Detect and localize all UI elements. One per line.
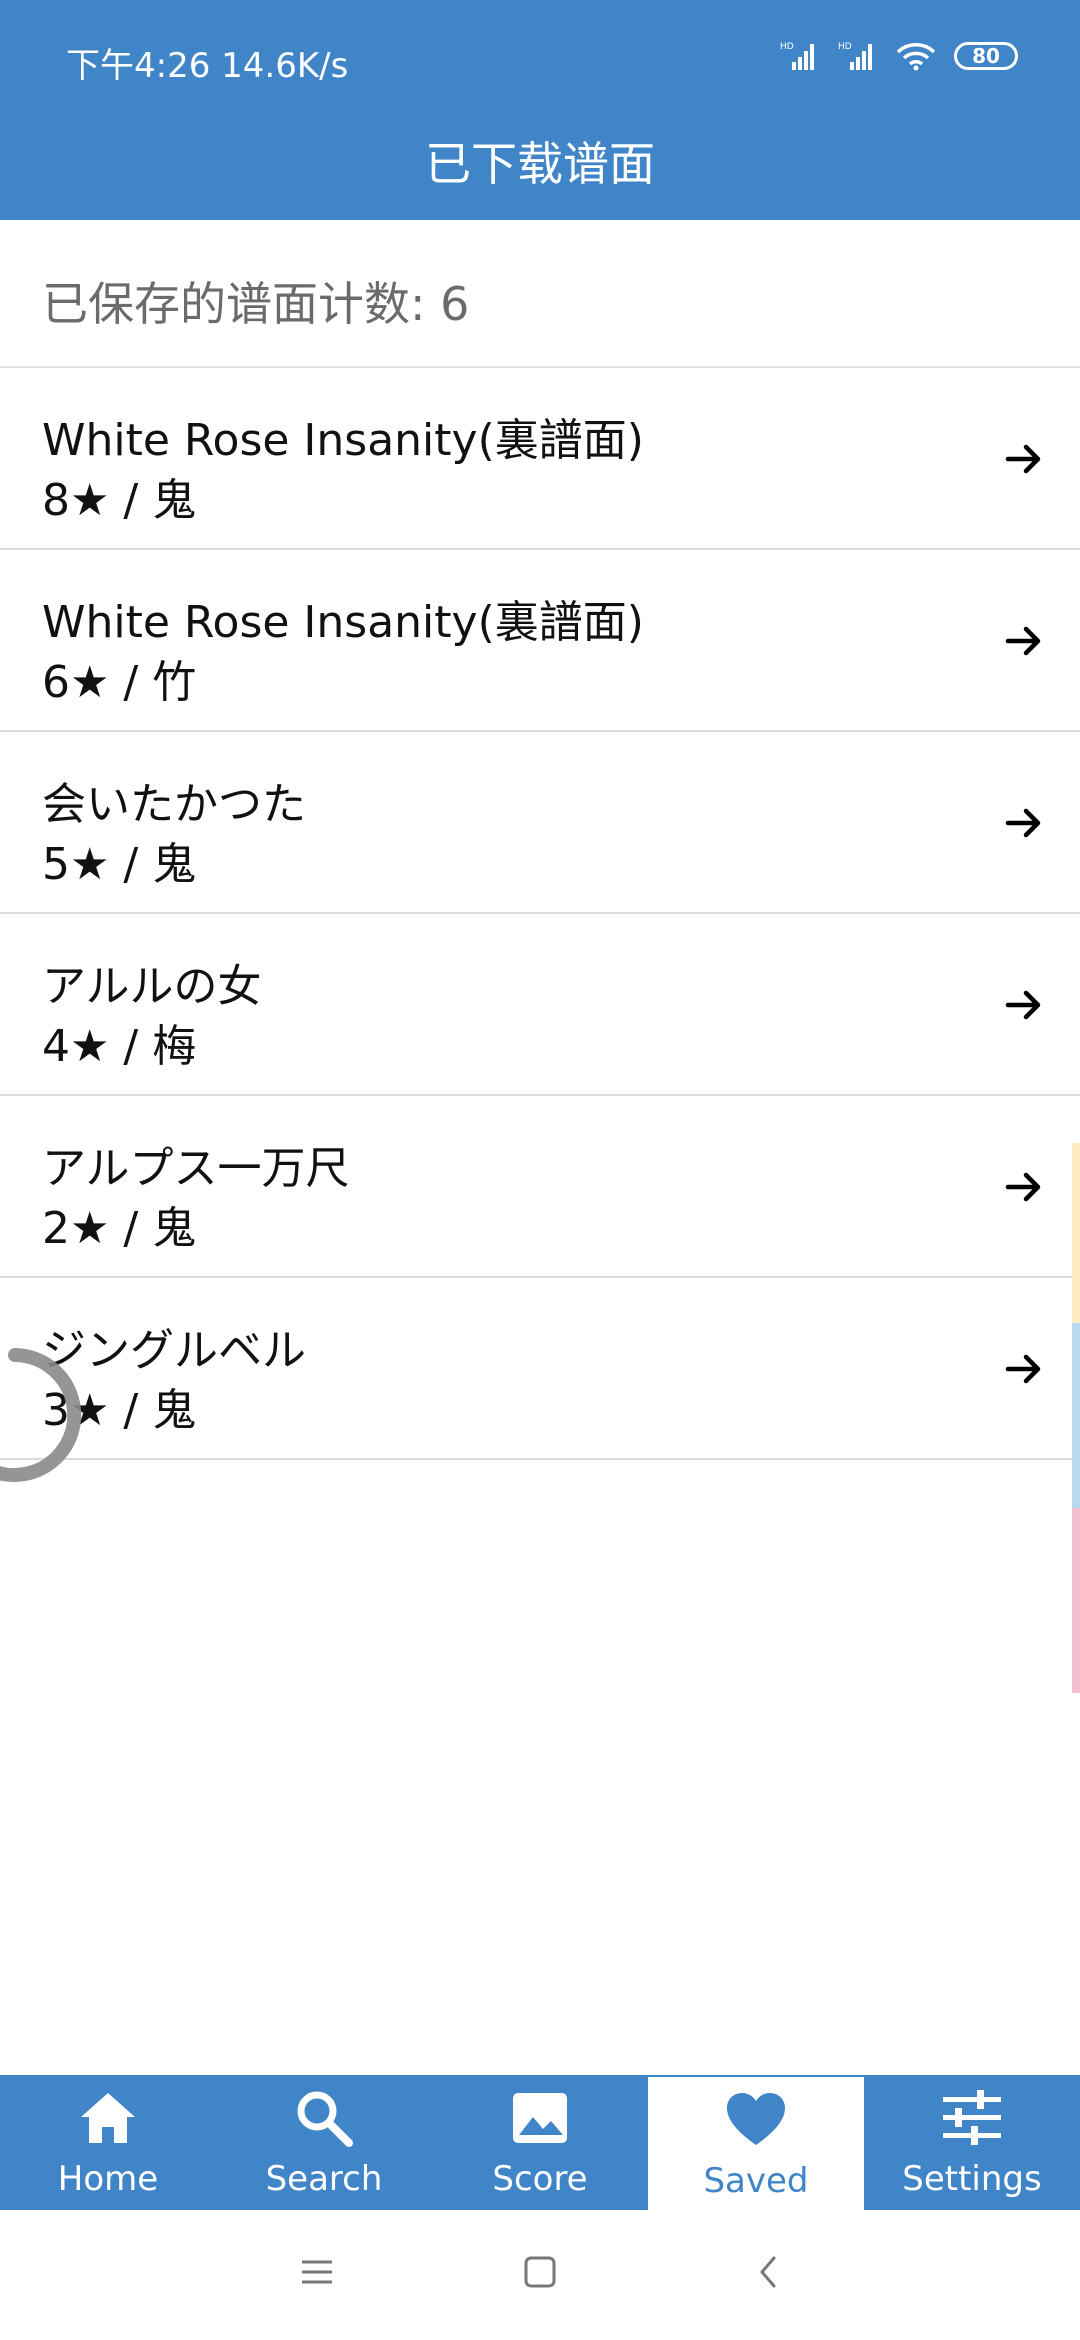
signal-hd-label: HD xyxy=(838,42,852,52)
arrow-right-icon[interactable] xyxy=(1004,621,1044,661)
nav-home-label: Home xyxy=(57,2159,159,2199)
list-item[interactable]: White Rose Insanity(裏譜面) 6★ / 竹 xyxy=(0,550,1080,732)
song-title: アルプス一万尺 xyxy=(42,1143,350,1194)
heart-icon xyxy=(727,2093,785,2145)
song-difficulty: 6★ / 竹 xyxy=(42,657,197,708)
nav-settings-label: Settings xyxy=(902,2159,1042,2199)
side-strip-pink xyxy=(1072,1508,1080,1693)
image-icon xyxy=(513,2093,567,2143)
nav-saved-label: Saved xyxy=(703,2161,809,2201)
back-icon[interactable] xyxy=(752,2255,786,2289)
arrow-right-icon[interactable] xyxy=(1004,803,1044,843)
arrow-right-icon[interactable] xyxy=(1004,1349,1044,1389)
saved-count-row: 已保存的谱面计数: 6 xyxy=(0,220,1080,368)
side-strip-blue xyxy=(1072,1323,1080,1508)
nav-saved[interactable]: Saved xyxy=(648,2075,864,2210)
song-title: White Rose Insanity(裏譜面) xyxy=(42,415,644,466)
system-navigation-bar xyxy=(0,2210,1080,2340)
song-difficulty: 5★ / 鬼 xyxy=(42,839,197,890)
song-difficulty: 4★ / 梅 xyxy=(42,1021,197,1072)
song-title: White Rose Insanity(裏譜面) xyxy=(42,597,644,648)
menu-icon[interactable] xyxy=(300,2255,334,2289)
signal-icon: HD xyxy=(838,42,872,70)
status-icons: HD HD 80 xyxy=(780,36,1018,76)
saved-list: White Rose Insanity(裏譜面) 8★ / 鬼 White Ro… xyxy=(0,368,1080,1460)
home-square-icon[interactable] xyxy=(523,2255,557,2289)
home-icon xyxy=(81,2093,135,2143)
arrow-right-icon[interactable] xyxy=(1004,985,1044,1025)
nav-score[interactable]: Score xyxy=(432,2075,648,2210)
list-item[interactable]: ジングルベル 3★ / 鬼 xyxy=(0,1278,1080,1460)
page-title: 已下载谱面 xyxy=(425,137,655,191)
loading-spinner-icon xyxy=(0,1348,82,1482)
saved-count-text: 已保存的谱面计数: 6 xyxy=(42,277,470,331)
signal-hd-label: HD xyxy=(780,42,794,52)
list-item[interactable]: 会いたかつた 5★ / 鬼 xyxy=(0,732,1080,914)
list-item[interactable]: アルプス一万尺 2★ / 鬼 xyxy=(0,1096,1080,1278)
nav-home[interactable]: Home xyxy=(0,2075,216,2210)
nav-settings[interactable]: Settings xyxy=(864,2075,1080,2210)
arrow-right-icon[interactable] xyxy=(1004,1167,1044,1207)
nav-score-label: Score xyxy=(492,2159,588,2199)
song-title: アルルの女 xyxy=(42,961,262,1012)
song-title: 会いたかつた xyxy=(42,779,306,830)
status-time: 下午4:26 14.6K/s xyxy=(66,46,349,86)
signal-icon: HD xyxy=(780,42,814,70)
arrow-right-icon[interactable] xyxy=(1004,439,1044,479)
wifi-icon xyxy=(896,43,936,71)
search-icon xyxy=(297,2091,353,2147)
bottom-navigation: Home Search Score Saved Settings xyxy=(0,2075,1080,2210)
side-strip-yellow xyxy=(1072,1143,1080,1323)
nav-search-label: Search xyxy=(265,2159,383,2199)
sliders-icon xyxy=(943,2090,1001,2145)
list-item[interactable]: アルルの女 4★ / 梅 xyxy=(0,914,1080,1096)
nav-search[interactable]: Search xyxy=(216,2075,432,2210)
top-app-bar: 下午4:26 14.6K/s HD HD 80 已下载谱面 xyxy=(0,0,1080,220)
song-difficulty: 8★ / 鬼 xyxy=(42,475,197,526)
battery-indicator: 80 xyxy=(954,42,1018,70)
song-difficulty: 2★ / 鬼 xyxy=(42,1203,197,1254)
list-item[interactable]: White Rose Insanity(裏譜面) 8★ / 鬼 xyxy=(0,368,1080,550)
